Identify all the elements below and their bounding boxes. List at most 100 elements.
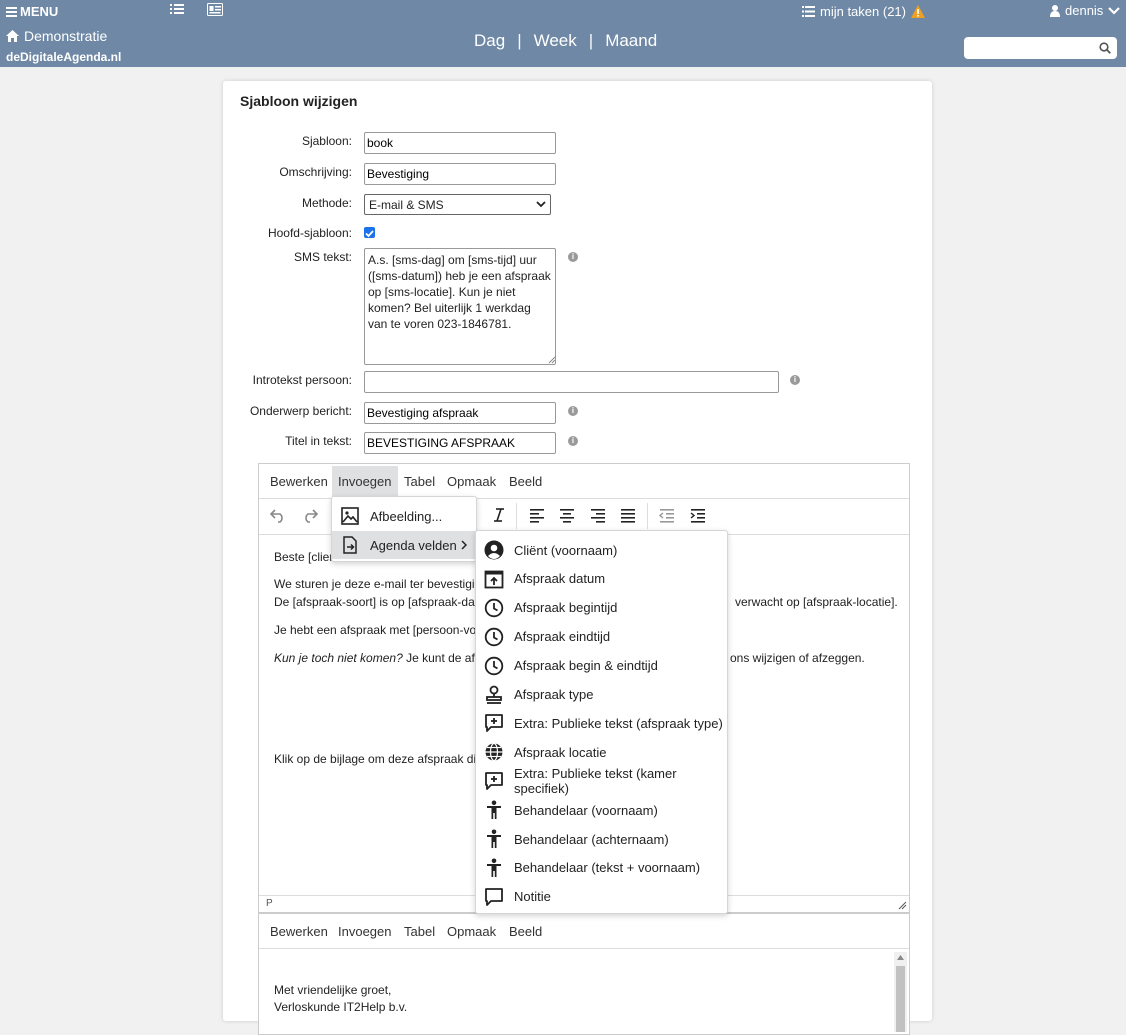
agenda-field-label: Extra: Publieke tekst (afspraak type) (514, 715, 723, 731)
agenda-field-item[interactable]: Afspraak eindtijd (476, 623, 727, 651)
menu-beeld[interactable]: Beeld (509, 474, 542, 489)
organization-home-link[interactable]: Demonstratie (6, 28, 107, 44)
omschrijving-label: Omschrijving: (279, 165, 352, 179)
agenda-field-label: Behandelaar (tekst + voornaam) (514, 860, 701, 876)
agenda-field-label: Extra: Publieke tekst (kamer specifiek) (514, 766, 677, 797)
agenda-field-label: Afspraak begin & eindtijd (514, 658, 658, 674)
view-day-link[interactable]: Dag (474, 31, 505, 51)
scrollbar[interactable] (894, 952, 907, 1032)
editor-menubar: Bewerken Invoegen Tabel Opmaak Beeld (259, 914, 909, 949)
insert-field-icon (340, 535, 360, 555)
agenda-field-label: Behandelaar (achternaam) (514, 831, 669, 847)
warning-icon (910, 5, 925, 18)
menu-button[interactable]: MENU (6, 4, 58, 19)
hamburger-icon (6, 5, 17, 19)
agenda-field-item[interactable]: Cliënt (voornaam) (476, 536, 727, 564)
agenda-field-item[interactable]: Afspraak begintijd (476, 594, 727, 622)
titel-input[interactable] (364, 432, 556, 454)
contact-card-icon[interactable] (207, 3, 223, 19)
redo-icon[interactable] (301, 507, 319, 523)
agenda-field-label: Cliënt (voornaam) (514, 542, 618, 558)
align-right-icon[interactable] (590, 507, 606, 523)
agenda-field-item[interactable]: Behandelaar (voornaam) (476, 796, 727, 824)
agenda-field-label: Notitie (514, 889, 551, 905)
titel-info-icon[interactable]: i (568, 436, 578, 446)
sjabloon-input[interactable] (364, 132, 556, 154)
agenda-field-item[interactable]: Behandelaar (achternaam) (476, 825, 727, 853)
agenda-field-item[interactable]: Notitie (476, 883, 727, 911)
task-list-icon (802, 6, 815, 17)
body-cancel-italic: Kun je toch niet komen? (274, 651, 403, 665)
agenda-field-item[interactable]: Afspraak datum (476, 565, 727, 593)
resize-handle-icon[interactable] (898, 901, 907, 910)
outdent-icon[interactable] (659, 507, 675, 523)
menu-invoegen[interactable]: Invoegen (338, 924, 392, 939)
italic-icon[interactable] (492, 507, 506, 523)
menu-bewerken[interactable]: Bewerken (270, 474, 328, 489)
introtekst-info-icon[interactable]: i (790, 375, 800, 385)
scrollbar-thumb[interactable] (896, 966, 905, 1032)
align-justify-icon[interactable] (620, 507, 636, 523)
agenda-field-item[interactable]: Behandelaar (tekst + voornaam) (476, 854, 727, 882)
onderwerp-input[interactable] (364, 402, 556, 424)
person-icon (484, 800, 504, 820)
agenda-field-item[interactable]: Afspraak type (476, 681, 727, 709)
sms-tekst-info-icon[interactable]: i (568, 252, 578, 262)
agenda-field-item[interactable]: Extra: Publieke tekst (kamer specifiek) (476, 766, 727, 797)
menu-tabel[interactable]: Tabel (404, 924, 435, 939)
agenda-field-label: Afspraak eindtijd (514, 629, 611, 645)
body-line-cancel-tail: ons wijzigen of afzeggen. (730, 651, 865, 665)
agenda-field-item[interactable]: Extra: Publieke tekst (afspraak type) (476, 709, 727, 737)
introtekst-label: Introtekst persoon: (252, 373, 352, 387)
omschrijving-input[interactable] (364, 163, 556, 185)
menu-beeld[interactable]: Beeld (509, 924, 542, 939)
list-view-icon[interactable] (170, 3, 184, 19)
body-line-attachment: Klik op de bijlage om deze afspraak dir (274, 752, 481, 766)
view-week-link[interactable]: Week (534, 31, 577, 51)
indent-icon[interactable] (690, 507, 706, 523)
menu-bewerken[interactable]: Bewerken (270, 924, 328, 939)
insert-image-item[interactable]: Afbeelding... (332, 502, 476, 530)
insert-agenda-fields-item[interactable]: Agenda velden (332, 531, 476, 559)
view-month-link[interactable]: Maand (605, 31, 657, 51)
resize-handle-icon[interactable] (548, 356, 556, 364)
image-icon (340, 506, 360, 526)
methode-selected-value: E-mail & SMS (369, 197, 444, 212)
agenda-field-label: Afspraak begintijd (514, 600, 618, 616)
scroll-up-icon[interactable] (897, 955, 904, 960)
menu-invoegen[interactable]: Invoegen (332, 466, 398, 497)
menu-opmaak[interactable]: Opmaak (447, 474, 496, 489)
clock-icon (484, 598, 504, 618)
search-icon[interactable] (1099, 42, 1111, 54)
editor-menubar: Bewerken Invoegen Tabel Opmaak Beeld (259, 464, 909, 499)
comment-plus-icon (484, 713, 504, 733)
agenda-field-item[interactable]: Afspraak locatie (476, 738, 727, 766)
onderwerp-info-icon[interactable]: i (568, 406, 578, 416)
user-menu[interactable]: dennis (1050, 3, 1121, 18)
toolbar-divider (647, 503, 648, 529)
top-navigation-bar: MENU mijn taken (21) dennis Demonstratie… (0, 0, 1126, 67)
agenda-field-item[interactable]: Afspraak begin & eindtijd (476, 652, 727, 680)
methode-select[interactable]: E-mail & SMS (364, 194, 551, 215)
agenda-fields-menu: Cliënt (voornaam) Afspraak datum Afspraak … (475, 530, 728, 914)
home-icon (6, 30, 19, 42)
globe-icon (484, 742, 504, 762)
menu-tabel[interactable]: Tabel (404, 474, 435, 489)
introtekst-input[interactable] (364, 371, 779, 393)
stamp-icon (484, 685, 504, 705)
align-center-icon[interactable] (559, 507, 575, 523)
undo-icon[interactable] (269, 507, 287, 523)
sms-tekst-textarea[interactable]: A.s. [sms-dag] om [sms-tijd] uur ([sms-d… (364, 248, 556, 365)
my-tasks-link[interactable]: mijn taken (21) (802, 4, 925, 19)
insert-image-label: Afbeelding... (370, 508, 443, 524)
menu-opmaak[interactable]: Opmaak (447, 924, 496, 939)
insert-menu: Afbeelding... Agenda velden (331, 496, 477, 562)
hoofd-sjabloon-checkbox[interactable] (364, 227, 375, 238)
align-left-icon[interactable] (529, 507, 545, 523)
sms-tekst-label: SMS tekst: (293, 250, 352, 264)
user-name: dennis (1065, 3, 1104, 18)
methode-label: Methode: (301, 196, 352, 210)
search-input[interactable] (964, 37, 1117, 59)
view-switcher: Dag | Week | Maand (474, 31, 657, 51)
user-icon (1050, 4, 1060, 17)
